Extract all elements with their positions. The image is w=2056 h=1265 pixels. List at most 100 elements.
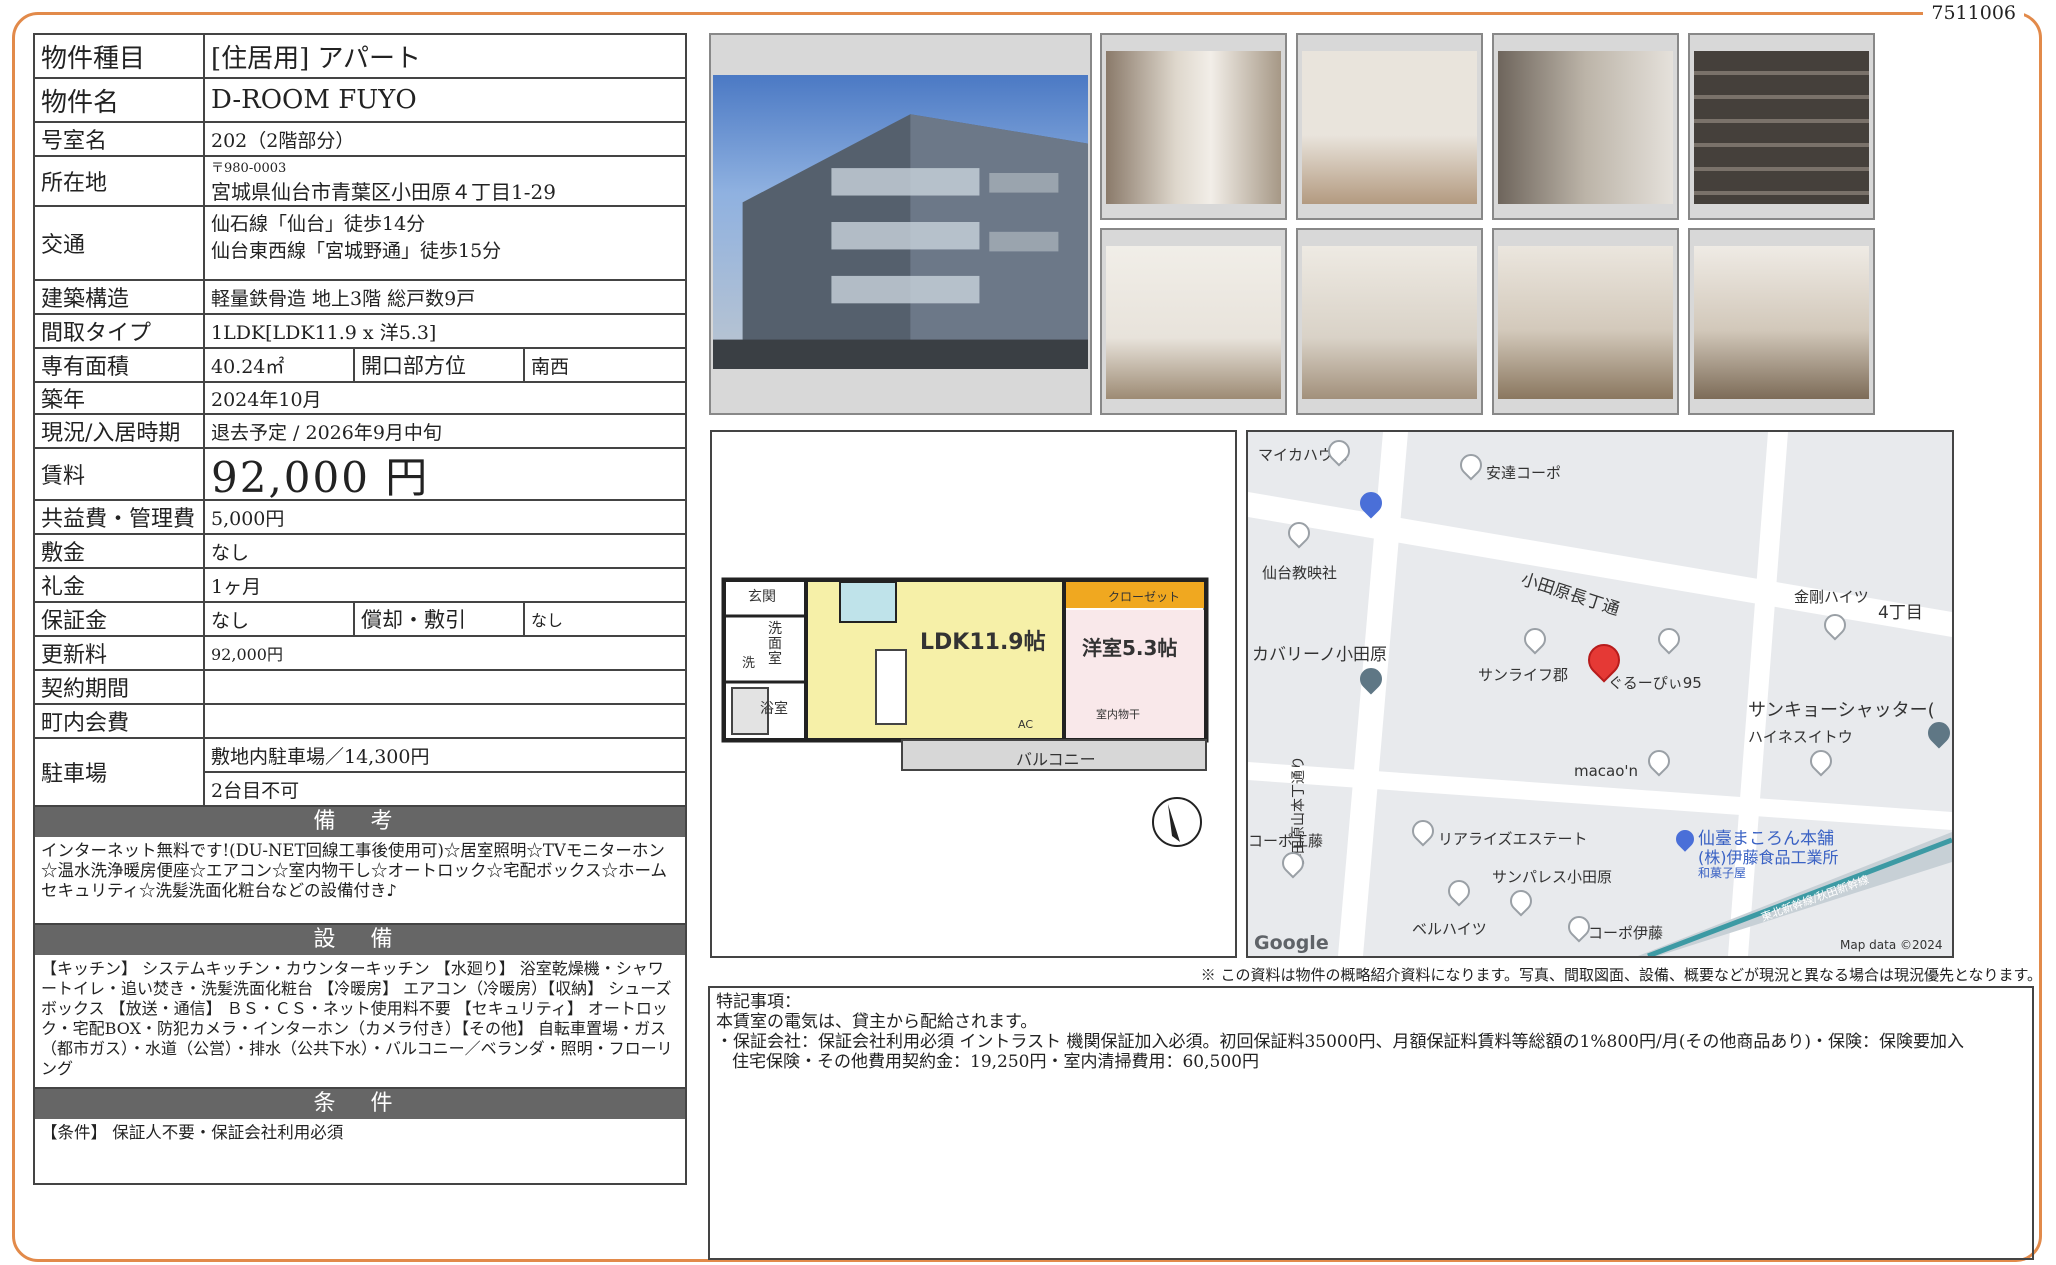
transport-line-2: 仙台東西線「宮城野通」徒歩15分 <box>211 240 502 262</box>
conditions-header: 条 件 <box>33 1089 687 1119</box>
label-built: 築年 <box>35 383 205 413</box>
special-notes: 特記事項： 本賃室の電気は、貸主から配給されます。 ・保証会社：保証会社利用必須… <box>708 986 2034 1260</box>
floorplan-genkan: 玄関 <box>748 589 776 605</box>
row-area: 専有面積 40.24㎡ 開口部方位 南西 <box>33 349 687 383</box>
value-area: 40.24㎡ <box>205 349 355 381</box>
photo-building-exterior <box>709 33 1092 415</box>
label-orientation: 開口部方位 <box>355 349 525 381</box>
map-label: macao'n <box>1574 762 1639 780</box>
floorplan-closet: クローゼット <box>1108 590 1181 604</box>
label-contract: 契約期間 <box>35 671 205 703</box>
row-address: 所在地 〒980-0003 宮城県仙台市青葉区小田原４丁目1-29 <box>33 157 687 207</box>
location-map[interactable]: マイカハウス 安達コーポ 仙台教映社 小田原長丁通 金剛ハイツ 4丁目 カバリー… <box>1246 430 1954 958</box>
value-layout: 1LDK[LDK11.9 x 洋5.3] <box>211 321 437 344</box>
map-label: リアライズエステート <box>1438 830 1588 848</box>
floorplan-balcony: バルコニー <box>1016 750 1096 769</box>
value-transport: 仙石線「仙台」徒歩14分 仙台東西線「宮城野通」徒歩15分 <box>205 207 685 279</box>
zip-code: 〒980-0003 <box>211 161 287 176</box>
floorplan-washer: 洗 <box>742 656 756 671</box>
row-contract: 契約期間 <box>33 671 687 705</box>
label-area: 専有面積 <box>35 349 205 381</box>
equipment-header: 設 備 <box>33 925 687 955</box>
map-label: コーポ工藤 <box>1248 832 1324 850</box>
floorplan-western-room: 洋室5.3帖 <box>1082 636 1178 660</box>
value-renewal: 92,000円 <box>211 645 283 664</box>
row-transport: 交通 仙石線「仙台」徒歩14分 仙台東西線「宮城野通」徒歩15分 <box>33 207 687 281</box>
floor-plan: 玄関 洗面室 浴室 LDK11.9帖 洋室5.3帖 クローゼット AC 室内物干… <box>710 430 1237 958</box>
document-id: 7511006 <box>1923 2 2024 24</box>
remarks-header: 備 考 <box>33 807 687 837</box>
floor-plan-drawing <box>721 577 1209 847</box>
map-label: ベルハイツ <box>1412 920 1487 938</box>
map-label: 安達コーポ <box>1486 464 1562 482</box>
row-town-fee: 町内会費 <box>33 705 687 739</box>
row-parking: 駐車場 敷地内駐車場／14,300円 2台目不可 <box>33 739 687 807</box>
label-layout: 間取タイプ <box>35 315 205 347</box>
map-label: コーポ伊藤 <box>1588 924 1664 942</box>
label-property-name: 物件名 <box>35 79 205 121</box>
photo-living-staged <box>1492 228 1679 415</box>
special-notes-line-3: 住宅保険・その他費用契約金：19,250円・室内清掃費用：60,500円 <box>732 1052 1259 1072</box>
label-structure: 建築構造 <box>35 281 205 313</box>
label-guarantee: 保証金 <box>35 603 205 635</box>
label-town-fee: 町内会費 <box>35 705 205 737</box>
value-rent: 92,000 円 <box>211 452 430 502</box>
photo-entrance-shoes <box>1492 33 1679 220</box>
value-guarantee: なし <box>205 603 355 635</box>
row-fee: 共益費・管理費 5,000円 <box>33 501 687 535</box>
map-property-label: ぐるーぴぃ95 <box>1608 674 1702 692</box>
special-notes-line-1: 本賃室の電気は、貸主から配給されます。 <box>716 1012 1038 1032</box>
parking-line-1: 敷地内駐車場／14,300円 <box>205 739 685 773</box>
row-key-money: 礼金 1ヶ月 <box>33 569 687 603</box>
value-deposit: なし <box>211 541 250 564</box>
photo-room-door-2 <box>1296 228 1483 415</box>
label-fee: 共益費・管理費 <box>35 501 205 533</box>
map-label: サンライフ郡 <box>1478 666 1569 684</box>
value-room: 202（2階部分） <box>211 129 355 152</box>
label-parking: 駐車場 <box>35 739 205 805</box>
row-structure: 建築構造 軽量鉄骨造 地上3階 総戸数9戸 <box>33 281 687 315</box>
floorplan-drying: 室内物干 <box>1096 708 1140 721</box>
value-address: 〒980-0003 宮城県仙台市青葉区小田原４丁目1-29 <box>205 157 685 205</box>
building-illustration <box>713 114 1088 369</box>
label-renewal: 更新料 <box>35 637 205 669</box>
address-text: 宮城県仙台市青葉区小田原４丁目1-29 <box>211 180 556 204</box>
floorplan-ac: AC <box>1018 718 1034 731</box>
map-label: 和菓子屋 <box>1698 866 1747 880</box>
equipment-body: 【キッチン】 システムキッチン・カウンターキッチン 【水廻り】 浴室乾燥機・シャ… <box>33 955 687 1089</box>
map-label: サンパレス小田原 <box>1492 868 1613 886</box>
photo-room-window <box>1100 33 1287 220</box>
value-orientation: 南西 <box>531 355 570 378</box>
row-property-name: 物件名 D-ROOM FUYO <box>33 79 687 123</box>
floorplan-bath: 浴室 <box>760 701 788 717</box>
map-label: 4丁目 <box>1878 603 1923 623</box>
remarks-body: インターネット無料です!(DU-NET回線工事後使用可)☆居室照明☆TVモニター… <box>33 837 687 925</box>
row-property-type: 物件種目 [住居用] アパート <box>33 33 687 79</box>
row-deposit: 敷金 なし <box>33 535 687 569</box>
label-room: 号室名 <box>35 123 205 155</box>
property-info-table: 物件種目 [住居用] アパート 物件名 D-ROOM FUYO 号室名 202（… <box>33 33 687 1185</box>
row-room: 号室名 202（2階部分） <box>33 123 687 157</box>
value-property-type: [住居用] アパート <box>211 43 422 74</box>
transport-line-1: 仙石線「仙台」徒歩14分 <box>211 213 426 235</box>
floorplan-ldk: LDK11.9帖 <box>920 630 1046 655</box>
value-town-fee <box>205 705 685 737</box>
photo-room-door <box>1100 228 1287 415</box>
parking-line-2: 2台目不可 <box>211 779 300 802</box>
label-deposit: 敷金 <box>35 535 205 567</box>
photo-bedroom-staged <box>1296 33 1483 220</box>
label-status: 現況/入居時期 <box>35 415 205 447</box>
photo-shelf-closet <box>1688 33 1875 220</box>
label-address: 所在地 <box>35 157 205 205</box>
label-rent: 賃料 <box>35 449 205 499</box>
row-layout: 間取タイプ 1LDK[LDK11.9 x 洋5.3] <box>33 315 687 349</box>
disclaimer: ※ この資料は物件の概略紹介資料になります。写真、間取図面、設備、概要などが現況… <box>1200 966 2042 984</box>
value-fee: 5,000円 <box>211 507 285 530</box>
conditions-body: 【条件】 保証人不要・保証会社利用必須 <box>33 1119 687 1185</box>
value-key-money: 1ヶ月 <box>211 575 262 598</box>
value-property-name: D-ROOM FUYO <box>211 85 417 115</box>
value-built: 2024年10月 <box>211 388 322 411</box>
special-notes-line-2: ・保証会社：保証会社利用必須 イントラスト 機関保証加入必須。初回保証料3500… <box>716 1032 1964 1052</box>
map-label: ハイネスイトウ <box>1748 728 1853 746</box>
map-label: 金剛ハイツ <box>1794 588 1869 606</box>
